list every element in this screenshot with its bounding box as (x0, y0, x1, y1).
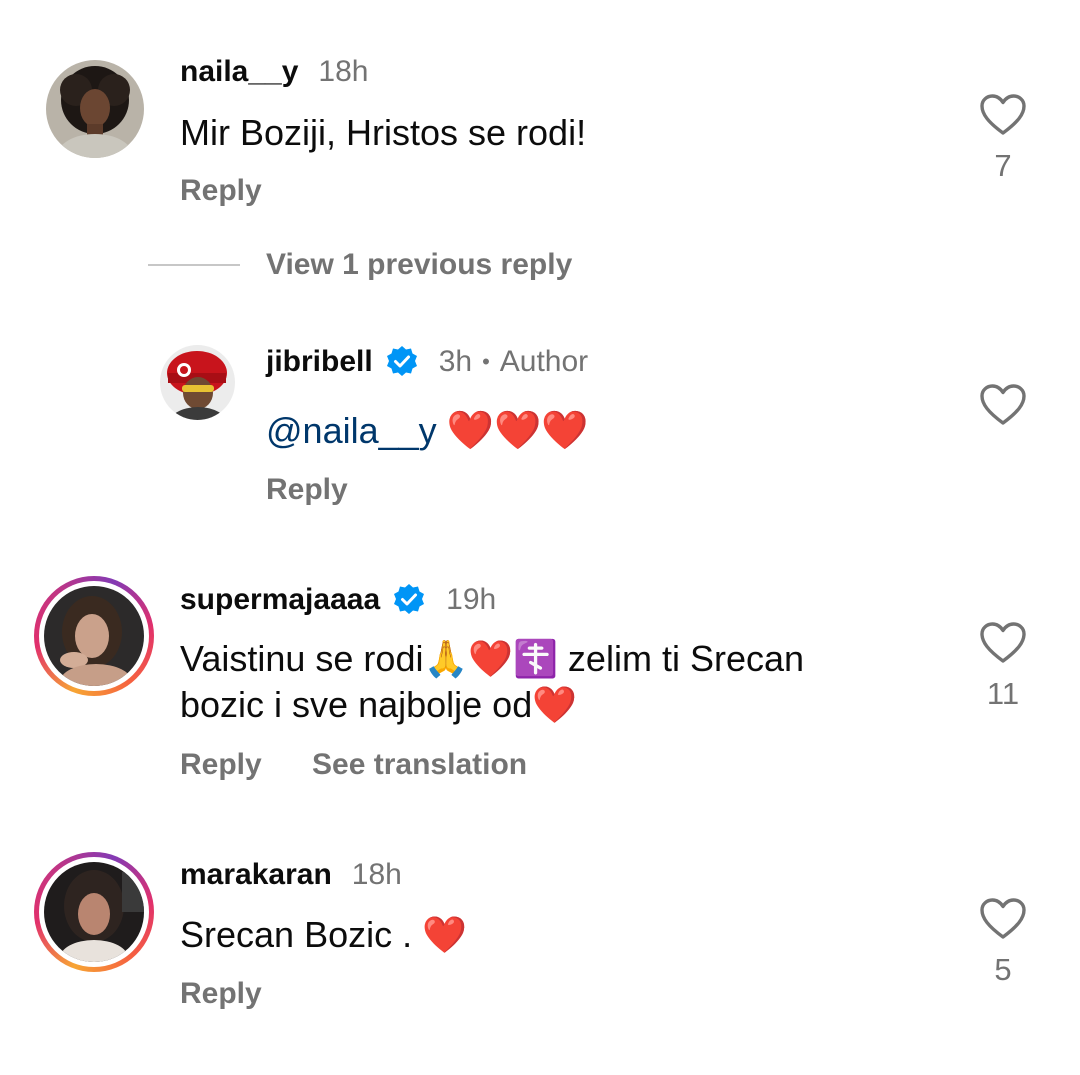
separator-dot: • (482, 349, 490, 374)
timestamp: 3h (438, 345, 473, 378)
comment-text-line: Vaistinu se rodi🙏❤️☦️ zelim ti Srecan (180, 638, 805, 679)
verified-badge-icon (385, 345, 419, 379)
reply-button[interactable]: Reply (180, 977, 262, 1010)
comment-text: Vaistinu se rodi🙏❤️☦️ zelim ti Srecan bo… (180, 636, 940, 728)
comment-text: @naila__y ❤️❤️❤️ (266, 408, 589, 454)
story-ring[interactable] (34, 852, 154, 972)
reply-button[interactable]: Reply (180, 748, 262, 781)
like-count: 7 (994, 148, 1012, 183)
avatar[interactable] (44, 862, 144, 962)
view-replies-label[interactable]: View 1 previous reply (266, 248, 572, 282)
reply-button[interactable]: Reply (266, 473, 348, 506)
timestamp: 18h (318, 55, 369, 88)
username[interactable]: marakaran (180, 857, 332, 893)
comment-text: Srecan Bozic . ❤️ (180, 914, 467, 955)
author-label: Author (499, 345, 589, 378)
timestamp: 19h (446, 583, 497, 616)
see-translation-button[interactable]: See translation (312, 748, 527, 781)
story-ring[interactable] (34, 576, 154, 696)
avatar[interactable] (44, 586, 144, 686)
avatar[interactable] (46, 60, 144, 158)
like-heart-icon[interactable] (973, 898, 1033, 940)
like-count: 11 (986, 676, 1020, 711)
comment-text: Mir Boziji, Hristos se rodi! (180, 112, 587, 153)
divider (148, 264, 240, 266)
like-heart-icon[interactable] (973, 622, 1033, 664)
like-count: 5 (994, 952, 1012, 987)
timestamp: 18h (351, 858, 402, 891)
avatar[interactable] (160, 345, 235, 420)
view-previous-replies[interactable]: View 1 previous reply (148, 248, 572, 282)
like-heart-icon[interactable] (973, 384, 1033, 426)
like-heart-icon[interactable] (973, 94, 1033, 136)
mention-link[interactable]: @naila__y (266, 410, 437, 451)
reply-button[interactable]: Reply (180, 174, 262, 207)
comment-text-line: bozic i sve najbolje od❤️ (180, 684, 578, 725)
username[interactable]: naila__y (180, 54, 298, 90)
verified-badge-icon (392, 583, 426, 617)
emoji-hearts: ❤️❤️❤️ (446, 410, 589, 452)
username[interactable]: jibribell (266, 344, 373, 380)
username[interactable]: supermajaaaa (180, 582, 380, 618)
